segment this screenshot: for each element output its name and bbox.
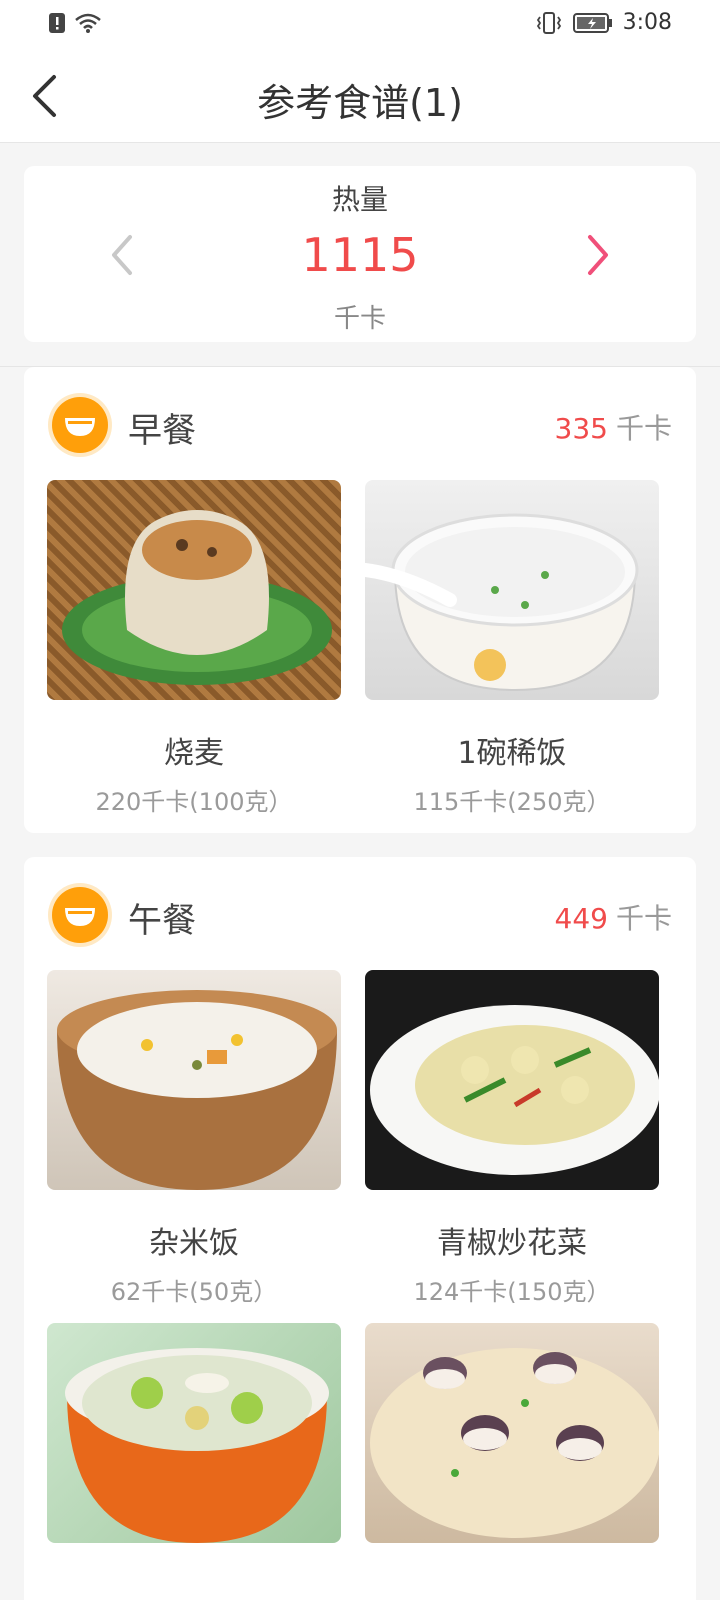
alert-icon	[49, 13, 65, 33]
food-image	[365, 480, 659, 700]
meal-name: 早餐	[128, 411, 196, 451]
meal-name: 午餐	[128, 901, 196, 941]
food-item-cauliflower[interactable]: 青椒炒花菜 124千卡(150克）	[365, 970, 659, 1307]
food-image	[47, 1323, 341, 1543]
bowl-icon	[65, 908, 95, 926]
food-name: 青椒炒花菜	[437, 1226, 587, 1261]
meal-icon-wrapper	[48, 393, 112, 457]
food-name: 杂米饭	[149, 1226, 239, 1261]
food-image	[365, 1323, 659, 1543]
food-image	[47, 480, 341, 700]
meal-calories: 449 千卡	[555, 897, 672, 937]
calorie-label: 热量	[331, 183, 388, 216]
status-bar: 3:08	[0, 0, 720, 48]
calorie-unit: 千卡	[333, 304, 386, 334]
meal-calories-unit: 千卡	[615, 412, 672, 445]
wifi-icon	[75, 13, 101, 33]
food-item-clams[interactable]	[365, 1323, 659, 1571]
food-item-congee[interactable]: 1碗稀饭 115千卡(250克）	[365, 480, 659, 817]
vibrate-icon	[536, 11, 561, 34]
meal-calories-unit: 千卡	[615, 902, 672, 935]
food-item-soup[interactable]	[47, 1323, 341, 1571]
food-detail: 62千卡(50克）	[110, 1278, 278, 1306]
food-item-shaomai[interactable]: 烧麦 220千卡(100克）	[47, 480, 341, 817]
app-bar: 参考食谱(1)	[0, 48, 720, 143]
food-name: 烧麦	[164, 736, 224, 771]
food-image	[47, 970, 341, 1190]
chevron-right-icon	[588, 235, 608, 275]
page-title: 参考食谱(1)	[257, 81, 463, 125]
battery-icon	[572, 12, 612, 33]
food-detail: 115千卡(250克）	[413, 788, 611, 816]
meal-icon-wrapper	[48, 883, 112, 947]
calorie-summary-card: 热量 1115 千卡	[24, 166, 696, 342]
food-name: 1碗稀饭	[457, 736, 567, 771]
food-detail: 220千卡(100克）	[95, 788, 293, 816]
meal-calories: 335 千卡	[555, 407, 672, 447]
meal-card-lunch: 午餐 449 千卡 杂米饭 62千卡(50克） 青椒炒花菜 124千卡(150克…	[24, 857, 696, 1600]
meal-calories-value: 335	[554, 412, 608, 445]
bowl-icon	[65, 418, 95, 436]
food-item-mixed-rice[interactable]: 杂米饭 62千卡(50克）	[47, 970, 341, 1307]
meal-card-breakfast: 早餐 335 千卡 烧麦 220千卡(100克） 1碗稀饭 115千卡(250克…	[24, 367, 696, 833]
food-image	[365, 970, 659, 1190]
status-time: 3:08	[622, 10, 672, 35]
food-detail: 124千卡(150克）	[413, 1278, 611, 1306]
next-recipe-button[interactable]	[574, 230, 622, 280]
meal-calories-value: 449	[554, 902, 608, 935]
